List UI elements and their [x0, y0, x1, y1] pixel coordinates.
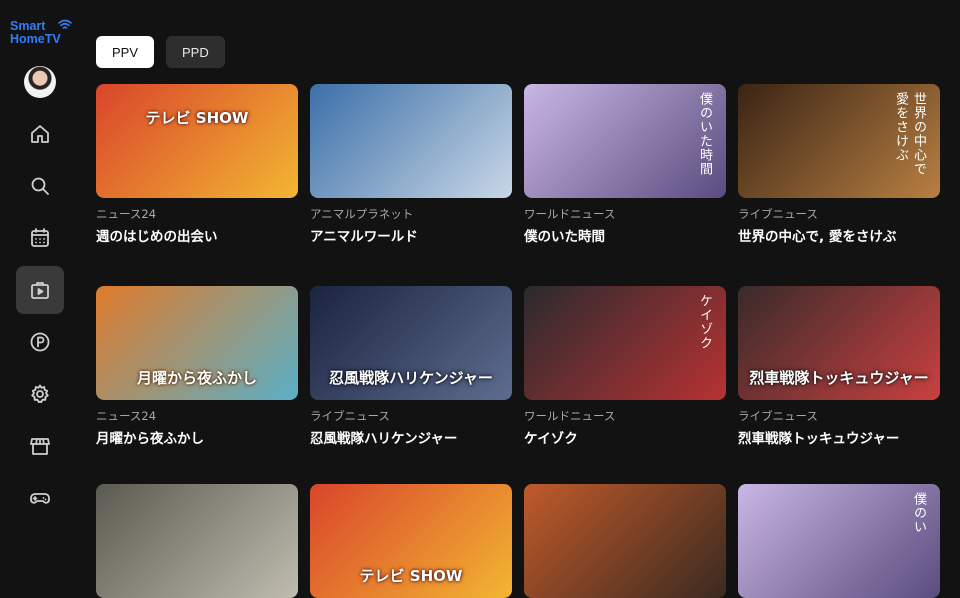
program-card[interactable]: 世界の中心で 愛をさけぶライブニュース世界の中心で, 愛をさけぶ	[738, 84, 940, 245]
tab-ppd[interactable]: PPD	[166, 36, 225, 68]
program-title[interactable]: 僕のいた時間	[524, 225, 726, 245]
nav-store[interactable]	[16, 422, 64, 470]
program-thumbnail[interactable]: 烈車戦隊トッキュウジャー	[738, 286, 940, 400]
thumbnail-vertical-title: ケイゾク	[697, 294, 712, 350]
nav-schedule[interactable]	[16, 214, 64, 262]
sidebar: Smart HomeTV	[0, 0, 80, 540]
program-card[interactable]: テレビ SHOW	[310, 484, 512, 598]
thumbnail-vertical-title: 僕のい	[911, 492, 926, 534]
program-thumbnail[interactable]: 忍風戦隊ハリケンジャー	[310, 286, 512, 400]
program-card[interactable]: 月曜から夜ふかし ニュース24 月曜から夜ふかし	[96, 286, 298, 447]
program-thumbnail[interactable]: 僕のいた時間	[524, 84, 726, 198]
program-card[interactable]: アニマルプラネットアニマルワールド	[310, 84, 512, 245]
program-title[interactable]: アニマルワールド	[310, 225, 512, 245]
play-bag-icon	[31, 282, 49, 299]
thumbnail-caption: 月曜から夜ふかし	[136, 369, 257, 387]
user-avatar[interactable]	[24, 66, 56, 98]
program-channel: ライブニュース	[738, 207, 818, 221]
program-thumbnail[interactable]: 月曜から夜ふかし	[96, 286, 298, 400]
thumbnail-caption: 烈車戦隊トッキュウジャー	[749, 369, 929, 387]
program-channel: ワールドニュース	[524, 409, 616, 423]
program-title[interactable]: 烈車戦隊トッキュウジャー	[738, 427, 940, 447]
thumbnail-caption: 忍風戦隊ハリケンジャー	[329, 369, 493, 387]
program-card[interactable]: テレビ SHOW ニュース24 週のはじめの出会い	[96, 84, 298, 245]
program-title[interactable]: 月曜から夜ふかし	[96, 427, 298, 447]
program-card[interactable]: 忍風戦隊ハリケンジャー ライブニュース 忍風戦隊ハリケンジャー	[310, 286, 512, 447]
content-tabs: PPV PPD	[96, 36, 225, 68]
program-channel: ニュース24	[96, 409, 157, 423]
program-card[interactable]: 僕のい	[738, 484, 940, 598]
program-title[interactable]: 世界の中心で, 愛をさけぶ	[738, 225, 940, 245]
program-thumbnail[interactable]: 僕のい	[738, 484, 940, 598]
nav-home[interactable]	[16, 110, 64, 158]
program-thumbnail[interactable]	[310, 84, 512, 198]
program-title[interactable]: ケイゾク	[524, 427, 726, 447]
thumbnail-caption: テレビ SHOW	[145, 109, 249, 127]
program-channel: ライブニュース	[738, 409, 818, 423]
program-thumbnail[interactable]: テレビ SHOW	[96, 84, 298, 198]
program-thumbnail[interactable]: ケイゾク	[524, 286, 726, 400]
program-thumbnail[interactable]	[96, 484, 298, 598]
program-thumbnail[interactable]: テレビ SHOW	[310, 484, 512, 598]
signal-icon	[58, 19, 72, 29]
program-channel: ワールドニュース	[524, 207, 616, 221]
p-circle-icon	[30, 332, 50, 352]
logo-text-bottom: HomeTV	[10, 32, 61, 46]
program-channel: ライブニュース	[310, 409, 390, 423]
nav-games[interactable]	[16, 474, 64, 522]
nav-search[interactable]	[16, 162, 64, 210]
program-card[interactable]	[524, 484, 726, 598]
nav-ppv[interactable]	[16, 266, 64, 314]
gamepad-icon	[30, 493, 50, 504]
program-thumbnail[interactable]: 世界の中心で 愛をさけぶ	[738, 84, 940, 198]
thumbnail-caption: テレビ SHOW	[359, 567, 463, 585]
thumbnail-vertical-title: 世界の中心で	[911, 92, 926, 176]
nav-points[interactable]	[16, 318, 64, 366]
program-card[interactable]: 僕のいた時間 ワールドニュース 僕のいた時間	[524, 84, 726, 245]
nav-settings[interactable]	[16, 370, 64, 418]
calendar-icon	[31, 228, 49, 247]
program-channel: ニュース24	[96, 207, 157, 221]
store-icon	[30, 438, 50, 455]
thumbnail-vertical-subtitle: 愛をさけぶ	[893, 92, 908, 162]
gear-icon	[31, 384, 49, 404]
thumbnail-vertical-title: 僕のいた時間	[697, 92, 712, 176]
home-icon	[31, 125, 49, 143]
app-logo: Smart HomeTV	[10, 20, 74, 46]
program-card[interactable]: ケイゾク ワールドニュース ケイゾク	[524, 286, 726, 447]
program-title[interactable]: 忍風戦隊ハリケンジャー	[310, 427, 512, 447]
program-title[interactable]: 週のはじめの出会い	[96, 225, 298, 245]
program-thumbnail[interactable]	[524, 484, 726, 598]
tab-ppv[interactable]: PPV	[96, 36, 155, 68]
program-channel: アニマルプラネット	[310, 207, 414, 221]
program-card[interactable]: 烈車戦隊トッキュウジャー ライブニュース 烈車戦隊トッキュウジャー	[738, 286, 940, 447]
search-icon	[31, 177, 49, 195]
program-card[interactable]	[96, 484, 298, 598]
